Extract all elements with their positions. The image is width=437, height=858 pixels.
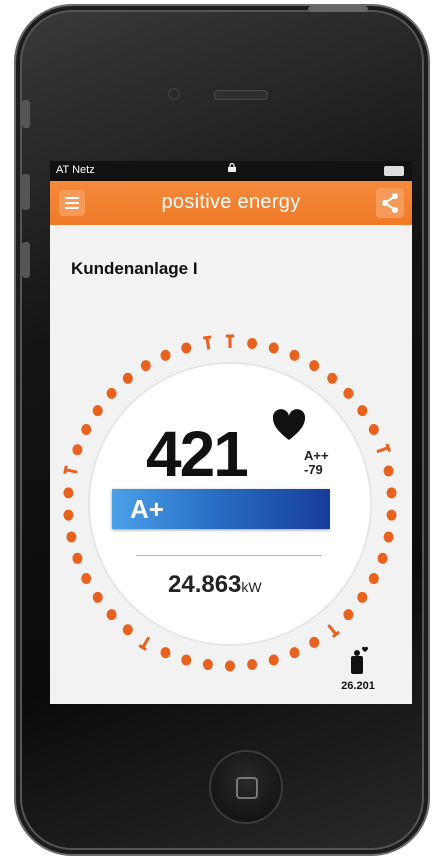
home-square-icon	[236, 777, 258, 799]
gauge-dot	[140, 360, 151, 372]
front-camera	[168, 88, 180, 100]
gauge-peak-mark	[202, 335, 212, 350]
gauge-peak-mark	[226, 334, 234, 348]
volume-down-button	[22, 242, 30, 278]
energy-class-label: A+	[130, 494, 164, 524]
gauge-dot	[268, 654, 279, 666]
energy-class-bar[interactable]: A+	[112, 489, 330, 529]
gauge-dot	[377, 552, 388, 564]
gauge-dot	[72, 552, 83, 564]
gauge-dot	[181, 342, 192, 354]
gauge-dot	[368, 424, 379, 435]
power-button	[308, 6, 368, 12]
divider	[136, 555, 322, 556]
score-value: 421	[146, 418, 249, 490]
app-screen: AT Netz positive energy Kundenanlage I 4…	[50, 161, 412, 704]
gauge-dot	[289, 647, 300, 659]
home-button[interactable]	[209, 750, 283, 824]
community-count: 26.201	[341, 680, 375, 692]
gauge-dot	[92, 405, 103, 417]
gauge-peak-mark	[138, 636, 151, 651]
power-value: 24.863	[168, 571, 242, 598]
gauge-dot	[160, 647, 171, 659]
gauge-dot	[63, 487, 74, 499]
community-icon	[351, 646, 369, 674]
gauge-dot	[247, 338, 258, 349]
earpiece-speaker	[214, 90, 268, 100]
community-button[interactable]: 26.201	[335, 646, 381, 692]
heart-icon	[272, 409, 306, 440]
gauge-dot	[63, 509, 74, 521]
rank-delta: -79	[304, 462, 323, 477]
gauge-dot	[309, 360, 320, 372]
gauge-dot	[368, 573, 379, 584]
gauge-dot	[268, 342, 279, 354]
gauge-dot	[81, 573, 92, 584]
gauge-dot	[122, 624, 133, 636]
gauge-dot	[202, 659, 213, 670]
power-unit: kW	[241, 579, 262, 595]
volume-up-button	[22, 174, 30, 210]
gauge-dot	[106, 609, 117, 621]
gauge-peak-mark	[63, 465, 78, 475]
mute-switch	[22, 100, 30, 128]
gauge-peak-mark	[327, 624, 341, 639]
gauge-dot	[327, 372, 338, 384]
gauge-dot	[309, 636, 320, 648]
gauge-dot	[81, 424, 92, 435]
gauge-dot	[247, 659, 258, 670]
gauge-dot	[343, 387, 354, 399]
gauge-dot	[357, 405, 368, 417]
gauge-dot	[386, 509, 397, 521]
gauge-dot	[343, 609, 354, 621]
gauge-dot	[289, 349, 300, 361]
gauge-dot	[357, 591, 368, 603]
gauge-dot	[386, 487, 397, 499]
gauge-dot	[106, 387, 117, 399]
gauge-dot	[383, 465, 394, 477]
gauge-dot	[181, 654, 192, 666]
rank-info: A++ -79	[304, 449, 329, 477]
gauge-dot	[72, 444, 83, 456]
gauge-dot	[160, 349, 171, 361]
gauge-dot	[225, 660, 235, 672]
gauge-dot	[122, 372, 133, 384]
gauge-dot	[66, 531, 77, 543]
power-output: 24.863kW	[168, 571, 262, 599]
gauge-dot	[92, 591, 103, 603]
rank-prefix: A++	[304, 448, 329, 463]
gauge-peak-mark	[376, 443, 392, 454]
gauge-dot	[383, 531, 394, 543]
